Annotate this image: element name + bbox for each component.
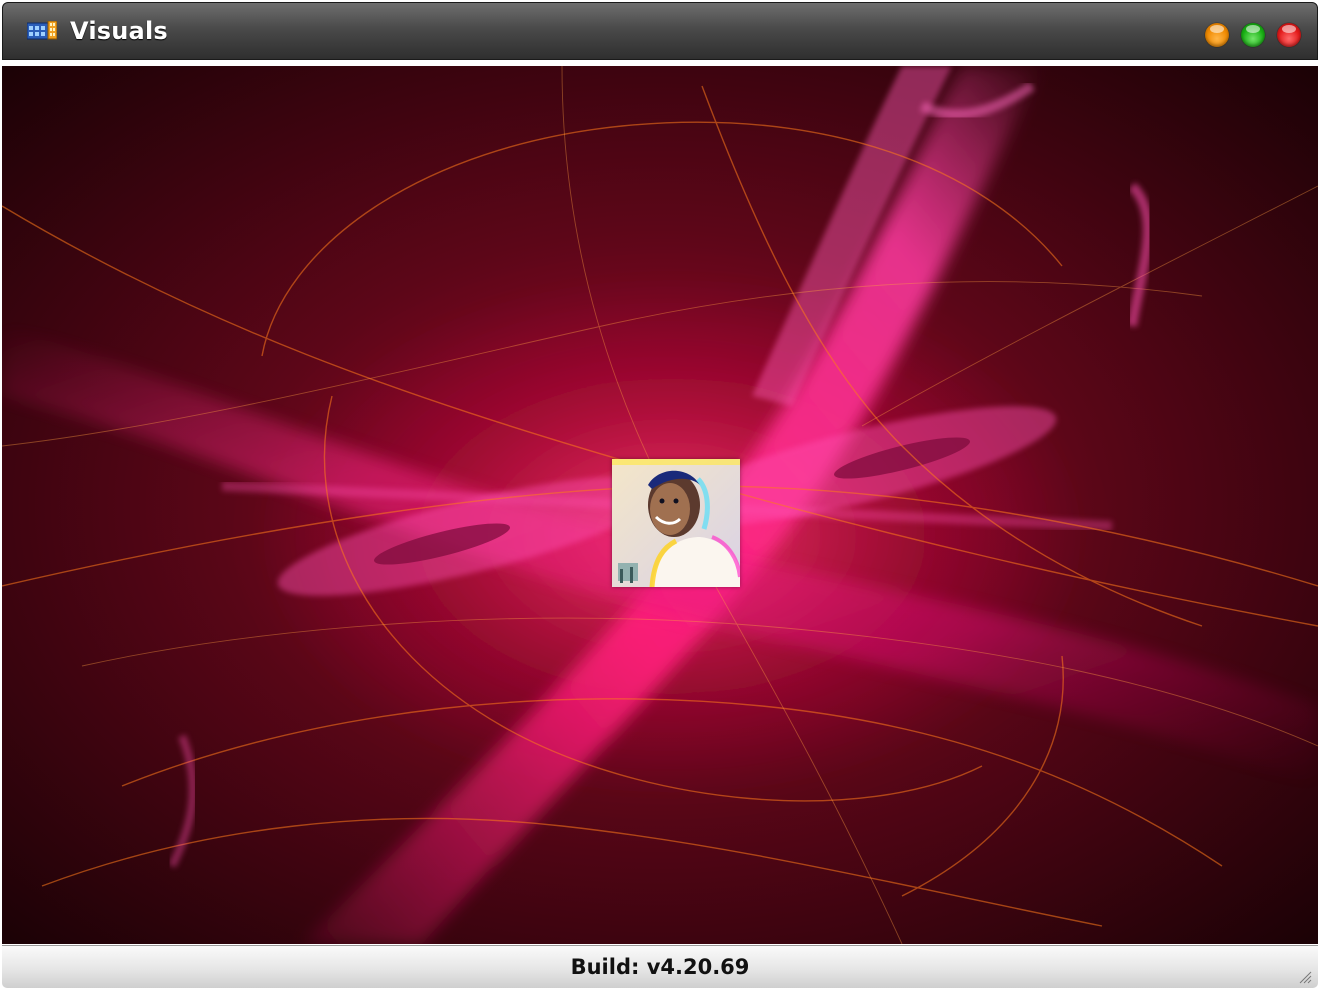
status-bar: Build: v4.20.69 [2, 945, 1318, 988]
window-title: Visuals [70, 17, 168, 45]
film-strip-icon [27, 21, 57, 40]
resize-grip-icon[interactable] [1298, 970, 1312, 984]
visualizer-canvas[interactable] [2, 66, 1318, 944]
close-button[interactable] [1277, 23, 1301, 47]
visuals-window: Visuals Build: v4.20.69 [0, 0, 1320, 990]
minimize-button[interactable] [1205, 23, 1229, 47]
title-bar[interactable]: Visuals [2, 2, 1318, 60]
build-version-label: Build: v4.20.69 [570, 955, 750, 979]
maximize-button[interactable] [1241, 23, 1265, 47]
album-art-portrait-image [612, 459, 740, 587]
